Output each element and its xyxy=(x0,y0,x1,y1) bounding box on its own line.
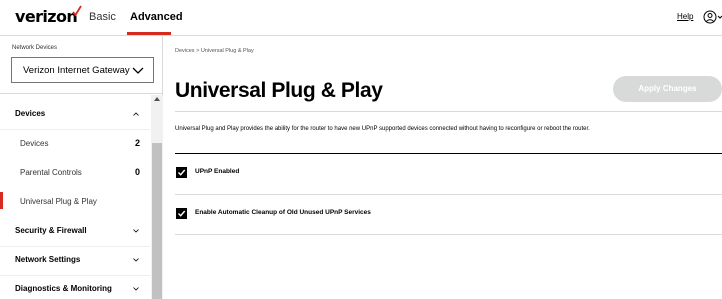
sidebar: Network Devices Verizon Internet Gateway… xyxy=(0,36,163,299)
sidebar-section-security-firewall[interactable]: Security & Firewall xyxy=(0,217,150,246)
upnp-enabled-checkbox[interactable] xyxy=(176,167,187,178)
sidebar-section-devices[interactable]: Devices xyxy=(0,100,150,129)
option-divider xyxy=(175,234,722,235)
sidebar-item-devices[interactable]: Devices 2 xyxy=(0,130,150,159)
tab-basic[interactable]: Basic xyxy=(89,11,116,23)
logo-check-icon xyxy=(72,5,82,17)
sidebar-item-parental-controls[interactable]: Parental Controls 0 xyxy=(0,159,150,188)
top-bar: verizon Basic Advanced Help xyxy=(0,0,722,36)
checkmark-icon xyxy=(178,169,186,176)
checkmark-icon xyxy=(178,210,186,217)
device-selector[interactable]: Verizon Internet Gateway xyxy=(11,57,154,83)
network-devices-label: Network Devices xyxy=(12,45,58,51)
selected-device-label: Verizon Internet Gateway xyxy=(23,65,130,76)
active-tab-indicator xyxy=(127,32,171,35)
breadcrumb[interactable]: Devices > Universal Plug & Play xyxy=(175,48,254,54)
help-link[interactable]: Help xyxy=(677,12,693,21)
auto-cleanup-label: Enable Automatic Cleanup of Old Unused U… xyxy=(195,209,371,216)
sidebar-section-label: Network Settings xyxy=(15,255,81,264)
apply-changes-button[interactable]: Apply Changes xyxy=(613,76,722,102)
scroll-up-arrow-icon[interactable] xyxy=(153,96,161,102)
auto-cleanup-checkbox[interactable] xyxy=(176,208,187,219)
sidebar-scrollbar-thumb[interactable] xyxy=(152,143,162,299)
sidebar-section-label: Diagnostics & Monitoring xyxy=(15,284,112,293)
chevron-down-icon xyxy=(133,258,139,262)
chevron-down-icon xyxy=(133,229,139,233)
upnp-enabled-option: UPnP Enabled xyxy=(175,153,722,193)
page-title: Universal Plug & Play xyxy=(175,79,383,102)
sidebar-section-label: Devices xyxy=(15,109,46,118)
title-divider xyxy=(175,111,722,112)
sidebar-item-universal-plug-play[interactable]: Universal Plug & Play xyxy=(0,188,150,217)
user-account-icon[interactable] xyxy=(703,9,722,25)
parental-controls-count-badge: 0 xyxy=(134,167,140,177)
sidebar-divider xyxy=(0,93,163,94)
tab-advanced[interactable]: Advanced xyxy=(130,11,183,23)
sidebar-section-diagnostics-monitoring[interactable]: Diagnostics & Monitoring xyxy=(0,275,150,299)
sidebar-section-network-settings[interactable]: Network Settings xyxy=(0,246,150,275)
device-count-badge: 2 xyxy=(134,138,140,148)
page-description: Universal Plug and Play provides the abi… xyxy=(175,126,590,132)
chevron-down-icon xyxy=(132,67,144,74)
sidebar-item-label: Devices xyxy=(20,139,49,148)
sidebar-item-label: Parental Controls xyxy=(20,168,82,177)
sidebar-item-label: Universal Plug & Play xyxy=(20,197,97,206)
chevron-up-icon xyxy=(133,112,139,116)
main-content: Devices > Universal Plug & Play Universa… xyxy=(163,36,722,299)
sidebar-section-label: Security & Firewall xyxy=(15,226,87,235)
chevron-down-icon xyxy=(133,287,139,291)
auto-cleanup-option: Enable Automatic Cleanup of Old Unused U… xyxy=(175,194,722,234)
upnp-enabled-label: UPnP Enabled xyxy=(195,168,240,175)
verizon-logo[interactable]: verizon xyxy=(15,7,78,26)
